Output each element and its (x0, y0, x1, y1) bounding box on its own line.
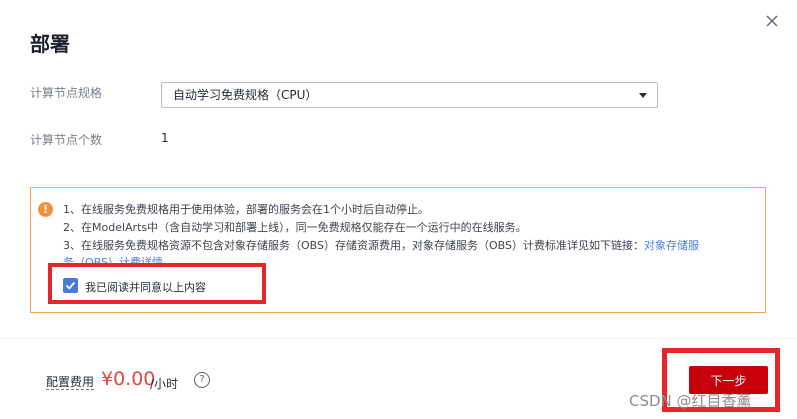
price-value: ¥0.00 (101, 368, 156, 390)
watermark: CSDN @红目香薰 (629, 392, 752, 410)
agree-label[interactable]: 我已阅读并同意以上内容 (85, 279, 206, 295)
notice-line-3-cont: 务（OBS）计费详情 (63, 254, 163, 270)
footer-divider (0, 338, 797, 339)
node-count-label: 计算节点个数 (30, 133, 103, 147)
obs-pricing-link[interactable]: 对象存储服 (644, 239, 699, 252)
node-count-value: 1 (161, 131, 169, 145)
dialog-title: 部署 (30, 32, 70, 56)
fee-label: 配置费用 (46, 375, 95, 390)
spec-label: 计算节点规格 (30, 86, 103, 100)
notice-line-1: 1、在线服务免费规格用于使用体验，部署的服务会在1个小时后自动停止。 (63, 203, 429, 216)
warning-icon: ! (38, 202, 53, 217)
obs-pricing-link-cont[interactable]: 务（OBS）计费详情 (63, 256, 163, 269)
agree-checkbox[interactable] (63, 278, 78, 293)
help-icon[interactable]: ? (194, 372, 210, 388)
price-unit: /小时 (150, 377, 179, 391)
notice-line-3: 3、在线服务免费规格资源不包含对象存储服务（OBS）存储资源费用，对象存储服务（… (63, 237, 699, 253)
close-icon[interactable] (763, 12, 781, 30)
chevron-down-icon (639, 93, 647, 98)
notice-line-3-text: 3、在线服务免费规格资源不包含对象存储服务（OBS）存储资源费用，对象存储服务（… (63, 239, 644, 252)
check-icon (65, 281, 76, 290)
notice-box: ! 1、在线服务免费规格用于使用体验，部署的服务会在1个小时后自动停止。 2、在… (30, 187, 766, 313)
spec-select-value: 自动学习免费规格（CPU） (173, 88, 318, 102)
spec-select[interactable]: 自动学习免费规格（CPU） (161, 82, 658, 108)
notice-line-2: 2、在ModelArts中（含自动学习和部署上线），同一免费规格仅能存在一个运行… (63, 221, 527, 234)
